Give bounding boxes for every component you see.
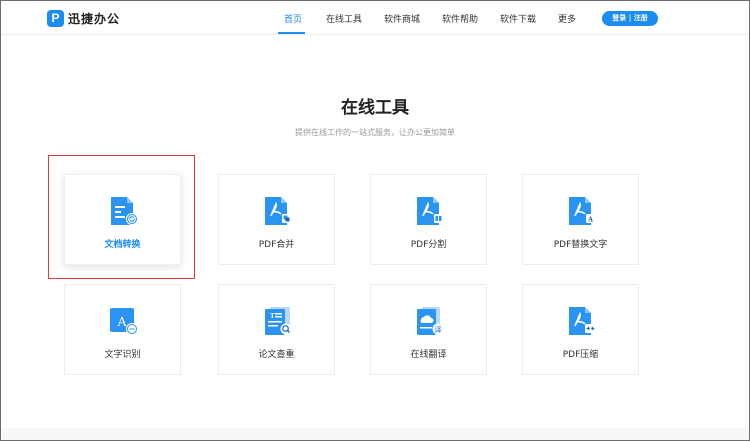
tool-card-paper-check[interactable]: T 论文查重 [218, 284, 335, 375]
text-recognition-icon: A [110, 308, 138, 335]
tool-card-pdf-compress[interactable]: PDF压缩 [522, 284, 639, 375]
tool-label: 在线翻译 [410, 350, 447, 360]
pdf-replace-text-icon: A [569, 197, 595, 225]
tool-label: PDF分割 [410, 240, 447, 250]
tool-label: PDF压缩 [562, 350, 599, 360]
paper-check-icon: T [265, 307, 292, 335]
footer-strip [1, 428, 749, 440]
page-title: 在线工具 [341, 98, 409, 118]
nav-item-home[interactable]: 首页 [284, 12, 302, 25]
page-subtitle: 提供在线工作的一站式服务，让办公更加简单 [295, 128, 455, 137]
tool-label: 论文查重 [258, 350, 295, 360]
top-header: P 迅捷办公 首页 在线工具 软件商城 软件帮助 软件下载 更多 登录 | 注册 [1, 1, 749, 35]
tool-card-pdf-split[interactable]: PDF分割 [370, 174, 487, 265]
nav-item-software-store[interactable]: 软件商城 [384, 12, 420, 25]
logo-mark-icon: P [47, 10, 64, 27]
pdf-compress-icon [569, 307, 596, 335]
online-translate-icon: 译 [417, 307, 444, 335]
tool-card-online-translate[interactable]: 译 在线翻译 [370, 284, 487, 375]
nav-item-online-tools[interactable]: 在线工具 [326, 12, 362, 25]
tool-label: PDF替换文字 [553, 240, 608, 250]
nav-item-software-download[interactable]: 软件下载 [500, 12, 536, 25]
pdf-split-icon [417, 197, 443, 225]
pdf-merge-icon [265, 197, 291, 225]
svg-text:A: A [588, 216, 593, 224]
tool-label: 文字识别 [104, 350, 141, 360]
nav-item-more[interactable]: 更多 [558, 12, 576, 25]
tool-card-pdf-replace-text[interactable]: A PDF替换文字 [522, 174, 639, 265]
site-logo[interactable]: P 迅捷办公 [47, 10, 120, 27]
selection-highlight-box [48, 155, 195, 279]
tool-card-text-recognition[interactable]: A 文字识别 [64, 284, 181, 375]
login-register-button[interactable]: 登录 | 注册 [602, 11, 658, 26]
active-nav-indicator [278, 32, 305, 34]
svg-text:T: T [270, 312, 275, 320]
tool-card-pdf-merge[interactable]: PDF合并 [218, 174, 335, 265]
logo-text: 迅捷办公 [68, 12, 121, 26]
nav-item-software-help[interactable]: 软件帮助 [442, 12, 478, 25]
tool-label: PDF合并 [258, 240, 295, 250]
svg-text:译: 译 [435, 326, 442, 334]
